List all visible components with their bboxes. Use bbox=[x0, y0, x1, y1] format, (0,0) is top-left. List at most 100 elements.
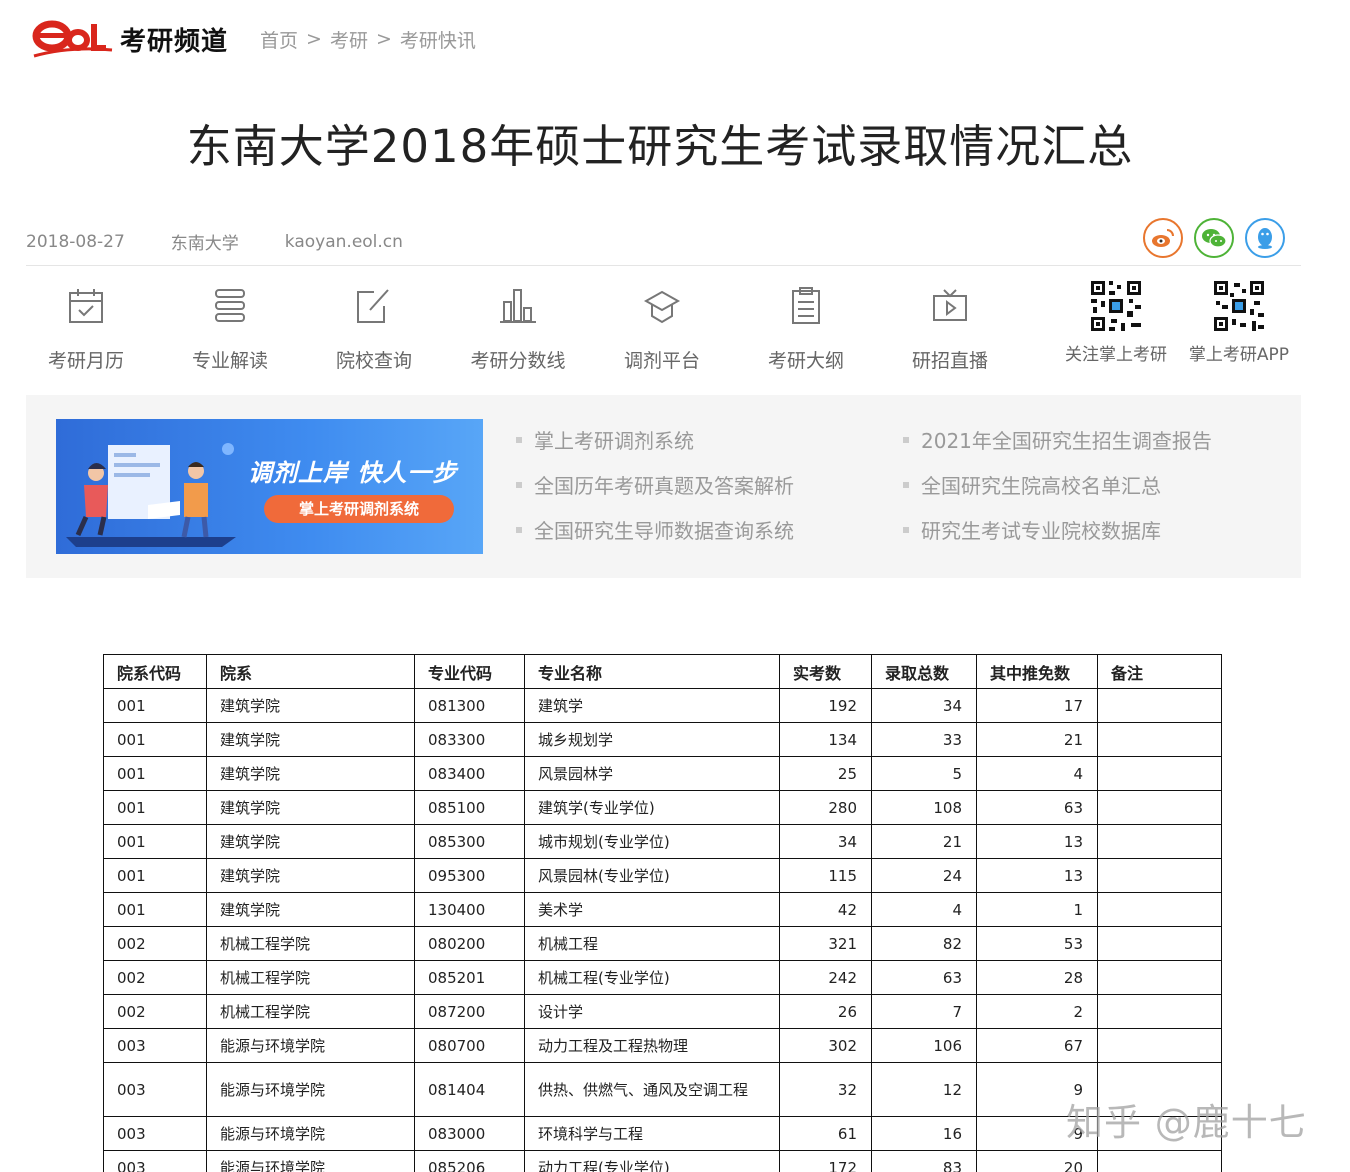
nav-calendar[interactable]: 考研月历 bbox=[26, 280, 146, 373]
table-cell: 001 bbox=[103, 688, 207, 723]
table-cell: 134 bbox=[779, 722, 872, 757]
table-cell: 001 bbox=[103, 892, 207, 927]
table-cell: 能源与环境学院 bbox=[206, 1116, 415, 1151]
table-cell: 63 bbox=[976, 790, 1098, 825]
zhihu-watermark: 知乎 @鹿十七 bbox=[1066, 1101, 1307, 1144]
table-cell: 13 bbox=[976, 858, 1098, 893]
table-cell: 供热、供燃气、通风及空调工程 bbox=[524, 1062, 780, 1117]
table-cell: 33 bbox=[871, 722, 977, 757]
wechat-share-button[interactable] bbox=[1194, 218, 1234, 258]
table-cell bbox=[1097, 1028, 1222, 1063]
breadcrumb-kaoyan[interactable]: 考研 bbox=[330, 26, 368, 53]
table-cell: 83 bbox=[871, 1150, 977, 1172]
table-cell: 61 bbox=[779, 1116, 872, 1151]
table-cell: 能源与环境学院 bbox=[206, 1062, 415, 1117]
table-cell: 21 bbox=[871, 824, 977, 859]
table-cell: 美术学 bbox=[524, 892, 780, 927]
table-cell: 1 bbox=[976, 892, 1098, 927]
promo-link[interactable]: 全国研究生院高校名单汇总 bbox=[903, 470, 1212, 515]
banner-pill-label: 掌上考研调剂系统 bbox=[264, 495, 454, 523]
table-cell: 242 bbox=[779, 960, 872, 995]
bar-chart-icon bbox=[500, 289, 536, 323]
admission-table: 院系代码 院系 专业代码 专业名称 实考数 录取总数 其中推免数 备注 001 建… bbox=[103, 654, 1222, 1172]
table-cell: 2 bbox=[976, 994, 1098, 1029]
nav-live[interactable]: 研招直播 bbox=[890, 280, 1010, 373]
table-row: 002 机械工程学院 085201 机械工程(专业学位) 242 63 28 bbox=[103, 960, 1222, 995]
table-row: 001 建筑学院 095300 风景园林(专业学位) 115 24 13 bbox=[103, 858, 1222, 893]
table-cell: 建筑学院 bbox=[206, 790, 415, 825]
table-cell: 001 bbox=[103, 824, 207, 859]
students-illustration bbox=[66, 443, 236, 547]
table-row: 001 建筑学院 085100 建筑学(专业学位) 280 108 63 bbox=[103, 790, 1222, 825]
nav-label: 院校查询 bbox=[335, 350, 412, 372]
col-header: 备注 bbox=[1097, 654, 1222, 689]
table-cell: 63 bbox=[871, 960, 977, 995]
tv-play-icon bbox=[933, 289, 967, 321]
table-cell: 081404 bbox=[414, 1062, 525, 1117]
table-cell: 82 bbox=[871, 926, 977, 961]
table-row: 001 建筑学院 083400 风景园林学 25 5 4 bbox=[103, 756, 1222, 791]
table-cell: 083300 bbox=[414, 722, 525, 757]
promo-link[interactable]: 掌上考研调剂系统 bbox=[516, 425, 794, 470]
publish-date: 2018-08-27 bbox=[26, 231, 125, 252]
col-header: 其中推免数 bbox=[976, 654, 1098, 689]
table-cell: 机械工程学院 bbox=[206, 994, 415, 1029]
adjust-system-banner[interactable]: 调剂上岸 快人一步 掌上考研调剂系统 bbox=[56, 419, 483, 554]
table-cell bbox=[1097, 756, 1222, 791]
promo-link[interactable]: 全国历年考研真题及答案解析 bbox=[516, 470, 794, 515]
table-cell: 001 bbox=[103, 722, 207, 757]
table-row: 003 能源与环境学院 080700 动力工程及工程热物理 302 106 67 bbox=[103, 1028, 1222, 1063]
breadcrumb-home[interactable]: 首页 bbox=[260, 26, 298, 53]
col-header: 院系 bbox=[206, 654, 415, 689]
table-cell: 21 bbox=[976, 722, 1098, 757]
breadcrumb-news[interactable]: 考研快讯 bbox=[400, 26, 476, 53]
table-cell bbox=[1097, 960, 1222, 995]
table-cell: 城乡规划学 bbox=[524, 722, 780, 757]
table-cell: 085206 bbox=[414, 1150, 525, 1172]
table-cell: 003 bbox=[103, 1062, 207, 1117]
promo-link[interactable]: 2021年全国研究生招生调查报告 bbox=[903, 425, 1212, 470]
promo-box: 调剂上岸 快人一步 掌上考研调剂系统 掌上考研调剂系统 全国历年考研真题及答案解… bbox=[26, 395, 1301, 578]
nav-major[interactable]: 专业解读 bbox=[170, 280, 290, 373]
table-cell: 003 bbox=[103, 1150, 207, 1172]
breadcrumb-separator: > bbox=[306, 28, 322, 50]
promo-link[interactable]: 研究生考试专业院校数据库 bbox=[903, 515, 1212, 560]
weibo-share-button[interactable] bbox=[1143, 218, 1183, 258]
table-cell bbox=[1097, 994, 1222, 1029]
table-cell bbox=[1097, 858, 1222, 893]
eol-logo-icon bbox=[30, 16, 114, 62]
table-cell: 4 bbox=[871, 892, 977, 927]
nav-score-line[interactable]: 考研分数线 bbox=[458, 280, 578, 373]
promo-links-right: 2021年全国研究生招生调查报告 全国研究生院高校名单汇总 研究生考试专业院校数… bbox=[903, 425, 1212, 560]
table-cell: 001 bbox=[103, 756, 207, 791]
table-cell: 17 bbox=[976, 688, 1098, 723]
table-cell: 动力工程(专业学位) bbox=[524, 1150, 780, 1172]
nav-app-qr[interactable]: 掌上考研APP bbox=[1180, 279, 1298, 365]
quick-nav: 考研月历 专业解读 院校查询 考研分数线 调剂平台 考研大纲 研招直播 关注掌上… bbox=[26, 279, 1306, 380]
article-site[interactable]: kaoyan.eol.cn bbox=[285, 232, 403, 252]
table-cell: 能源与环境学院 bbox=[206, 1028, 415, 1063]
article-meta: 2018-08-27 东南大学 kaoyan.eol.cn bbox=[26, 218, 1301, 266]
nav-adjust-platform[interactable]: 调剂平台 bbox=[602, 280, 722, 373]
promo-link[interactable]: 全国研究生导师数据查询系统 bbox=[516, 515, 794, 560]
site-logo[interactable]: 考研频道 bbox=[30, 16, 228, 62]
table-row: 003 能源与环境学院 085206 动力工程(专业学位) 172 83 20 bbox=[103, 1150, 1222, 1172]
nav-syllabus[interactable]: 考研大纲 bbox=[746, 280, 866, 373]
table-row: 003 能源与环境学院 083000 环境科学与工程 61 16 9 bbox=[103, 1116, 1222, 1151]
breadcrumb-separator: > bbox=[375, 28, 392, 50]
table-cell bbox=[1097, 688, 1222, 723]
nav-school[interactable]: 院校查询 bbox=[314, 280, 434, 373]
table-cell: 130400 bbox=[414, 892, 525, 927]
qq-share-button[interactable] bbox=[1245, 218, 1285, 258]
nav-label: 掌上考研APP bbox=[1188, 345, 1290, 365]
table-cell: 172 bbox=[779, 1150, 872, 1172]
table-cell: 32 bbox=[779, 1062, 872, 1117]
table-row: 003 能源与环境学院 081404 供热、供燃气、通风及空调工程 32 12 9 bbox=[103, 1062, 1222, 1117]
nav-follow-qr[interactable]: 关注掌上考研 bbox=[1056, 279, 1176, 365]
table-cell bbox=[1097, 722, 1222, 757]
edit-icon bbox=[357, 289, 389, 323]
table-cell: 建筑学 bbox=[524, 688, 780, 723]
nav-label: 关注掌上考研 bbox=[1065, 345, 1167, 365]
table-cell bbox=[1097, 926, 1222, 961]
table-cell: 085100 bbox=[414, 790, 525, 825]
